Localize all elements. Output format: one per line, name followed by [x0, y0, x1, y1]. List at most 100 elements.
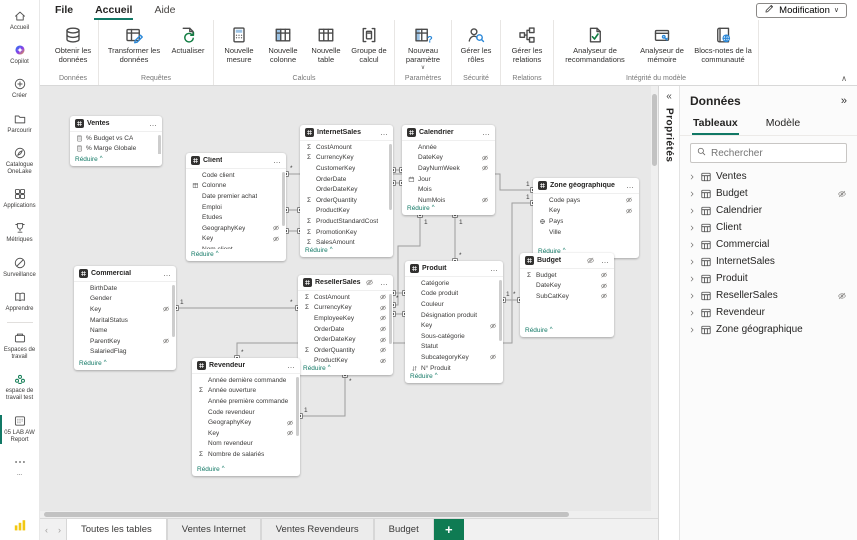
tables-list-item-zone-g-ographique[interactable]: Zone géographique [680, 321, 857, 338]
table-field-row[interactable]: Nom client [186, 244, 286, 249]
card-scrollbar[interactable] [296, 377, 299, 436]
table-field-row[interactable]: Code client [186, 170, 286, 181]
ribbon-collapse-icon[interactable]: ∧ [841, 74, 847, 83]
table-field-row[interactable]: Name [74, 325, 176, 336]
page-next-icon[interactable]: › [53, 519, 66, 540]
menu-tab-accueil[interactable]: Accueil [94, 1, 134, 20]
expand-left-icon[interactable]: « [666, 91, 672, 102]
add-page-button[interactable]: + [433, 519, 464, 540]
table-field-row[interactable]: % Marge Globale [70, 144, 162, 154]
rail-item-cr-er[interactable]: Créer [0, 72, 39, 106]
tables-list-item-produit[interactable]: Produit [680, 270, 857, 287]
table-field-row[interactable]: OrderDate [300, 174, 393, 185]
card-more-icon[interactable]: … [380, 278, 388, 287]
table-field-row[interactable]: Ville [533, 227, 639, 238]
table-card-header[interactable]: Budget… [520, 253, 614, 268]
table-field-row[interactable]: Pays [533, 216, 639, 227]
scrollbar-thumb[interactable] [44, 512, 570, 517]
relationship-line[interactable]: 1* [297, 372, 352, 419]
ribbon-button-g-rer-les-relations[interactable]: Gérer les relations [505, 22, 549, 64]
card-more-icon[interactable]: … [163, 269, 171, 278]
tables-list-item-commercial[interactable]: Commercial [680, 236, 857, 253]
table-field-row[interactable]: DateKey [402, 153, 495, 164]
table-field-row[interactable]: Année [402, 142, 495, 153]
rail-item-catalogue-onelake[interactable]: Catalogue OneLake [0, 141, 39, 182]
page-tab-ventes-revendeurs[interactable]: Ventes Revendeurs [260, 519, 374, 540]
page-tab-ventes-internet[interactable]: Ventes Internet [166, 519, 261, 540]
rail-item--[interactable]: ... [0, 450, 39, 484]
table-field-row[interactable]: Key [192, 428, 300, 439]
ribbon-button-analyseur-de-recommandations[interactable]: Analyseur de recommandations [558, 22, 632, 64]
table-field-row[interactable]: % Budget vs CA [70, 133, 162, 144]
ribbon-button-g-rer-les-r-les[interactable]: Gérer les rôles [456, 22, 496, 64]
model-table-card-commercial[interactable]: Commercial … BirthDate Gender Key MaritalStat… [74, 266, 176, 370]
table-field-row[interactable]: Σ SalesAmount [300, 237, 393, 245]
table-field-row[interactable]: Statut [405, 342, 503, 353]
table-field-row[interactable]: DayNumWeek [402, 163, 495, 174]
collapse-card-button[interactable]: Réduire ^ [70, 154, 162, 166]
tables-list-item-client[interactable]: Client [680, 219, 857, 236]
table-field-row[interactable]: ParentKey [74, 336, 176, 347]
table-field-row[interactable]: Key [74, 304, 176, 315]
model-table-card-client[interactable]: Client … Code client Colonne Date premier ac… [186, 153, 286, 261]
collapse-card-button[interactable]: Réduire ^ [74, 358, 176, 370]
table-card-header[interactable]: Commercial… [74, 266, 176, 281]
tables-list-item-resellersales[interactable]: ResellerSales [680, 287, 857, 304]
table-field-row[interactable]: Couleur [405, 299, 503, 310]
collapse-right-icon[interactable]: » [841, 95, 847, 107]
data-pane-tab-mod-le[interactable]: Modèle [765, 112, 801, 135]
card-scrollbar[interactable] [389, 144, 392, 210]
ribbon-button-nouvelle-table[interactable]: Nouvelle table [306, 22, 346, 64]
card-more-icon[interactable]: … [273, 156, 281, 165]
rail-item-surveillance[interactable]: Surveillance [0, 251, 39, 285]
table-field-row[interactable]: CustomerKey [300, 163, 393, 174]
menu-tab-file[interactable]: File [54, 1, 74, 20]
table-field-row[interactable]: Code revendeur [192, 407, 300, 418]
collapse-card-button[interactable]: Réduire ^ [402, 203, 495, 215]
card-more-icon[interactable]: … [626, 181, 634, 190]
table-field-row[interactable]: SubCatKey [520, 291, 614, 302]
menu-tab-aide[interactable]: Aide [153, 1, 176, 20]
model-canvas[interactable]: 1*1**1*11*1*1**1*11*1*1*1* Ventes…% Budg… [40, 86, 658, 518]
page-tab-toutes-les-tables[interactable]: Toutes les tables [66, 519, 167, 540]
rail-item-m-triques[interactable]: Métriques [0, 216, 39, 250]
table-field-row[interactable]: Gender [74, 294, 176, 305]
table-card-header[interactable]: Client… [186, 153, 286, 168]
collapse-card-button[interactable]: Réduire ^ [186, 249, 286, 261]
table-card-header[interactable]: ResellerSales… [298, 275, 393, 290]
canvas-horizontal-scrollbar[interactable] [40, 511, 651, 518]
table-field-row[interactable]: SubcategoryKey [405, 352, 503, 363]
edit-mode-button[interactable]: Modification ∨ [756, 2, 847, 18]
table-field-row[interactable]: Année dernière commande [192, 375, 300, 386]
ribbon-button-actualiser[interactable]: Actualiser [167, 22, 209, 56]
rail-item-accueil[interactable]: Accueil [0, 4, 39, 38]
table-field-row[interactable]: ProductKey [300, 206, 393, 217]
collapse-card-button[interactable]: Réduire ^ [300, 245, 393, 257]
rail-item-applications[interactable]: Applications [0, 182, 39, 216]
table-field-row[interactable]: OrderDate [298, 324, 393, 335]
table-card-header[interactable]: Produit… [405, 261, 503, 276]
rail-item-copilot[interactable]: Copilot [0, 38, 39, 72]
table-field-row[interactable]: DateKey [520, 281, 614, 292]
table-field-row[interactable]: Key [405, 320, 503, 331]
table-field-row[interactable]: OrderDateKey [298, 334, 393, 345]
rail-item-05-lab-aw-report[interactable]: 05 LAB AW Report [0, 409, 39, 450]
table-field-row[interactable]: Code pays [533, 195, 639, 206]
card-scrollbar[interactable] [158, 135, 161, 154]
tables-list-item-revendeur[interactable]: Revendeur [680, 304, 857, 321]
card-more-icon[interactable]: … [149, 119, 157, 128]
table-field-row[interactable]: OrderDateKey [300, 184, 393, 195]
table-field-row[interactable]: Année première commande [192, 396, 300, 407]
table-field-row[interactable]: Code produit [405, 289, 503, 300]
relationship-line[interactable]: 1* [452, 212, 463, 264]
table-field-row[interactable]: Σ CurrencyKey [300, 153, 393, 164]
table-field-row[interactable]: NumMois [402, 195, 495, 203]
ribbon-button-groupe-de-calcul[interactable]: Groupe de calcul [348, 22, 390, 64]
card-more-icon[interactable]: … [482, 128, 490, 137]
collapse-card-button[interactable]: Réduire ^ [405, 371, 503, 383]
ribbon-button-obtenir-les-donn-es[interactable]: Obtenir les données [52, 22, 94, 64]
table-card-header[interactable]: InternetSales… [300, 125, 393, 140]
table-field-row[interactable]: Sous-catégorie [405, 331, 503, 342]
table-field-row[interactable]: Désignation produit [405, 310, 503, 321]
model-table-card-revendeur[interactable]: Revendeur… Année dernière commande Σ Année … [192, 358, 300, 476]
